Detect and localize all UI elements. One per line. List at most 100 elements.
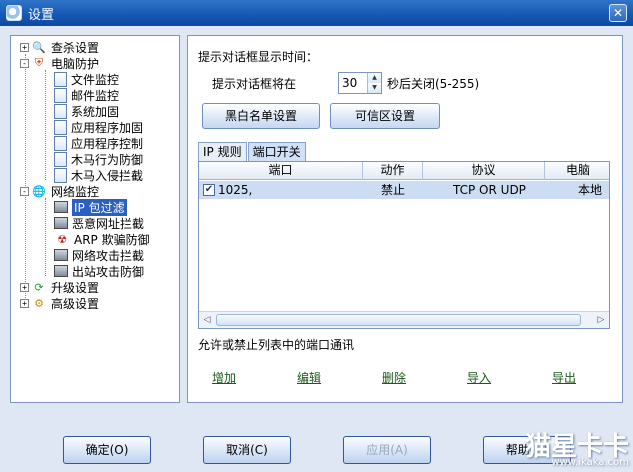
seconds-stepper[interactable]: 30 ▲ ▼ [338, 72, 382, 94]
cell-computer: 本地 [578, 183, 603, 197]
watermark-url: www.ikaka.com [551, 457, 629, 468]
stepper-up-icon[interactable]: ▲ [368, 73, 381, 83]
table-row[interactable]: ✔ 1025, 禁止 TCP OR UDP 本地 [199, 181, 609, 199]
danger-icon: ☢ [57, 232, 67, 246]
document-icon [54, 135, 67, 151]
tree-item-system-hardening[interactable]: 系统加固 [54, 103, 119, 119]
tree-item-label: 查杀设置 [51, 40, 100, 55]
tree-item-label: 网络监控 [51, 184, 100, 199]
tree-item-label: 木马入侵拦截 [71, 168, 144, 183]
watermark-logo: 猫星卡卡 www.ikaka.com [495, 426, 629, 470]
tree-item-network-monitor[interactable]: - 🌐 网络监控 [20, 183, 99, 199]
tree-item-label: 文件监控 [71, 72, 120, 87]
list-header: 端口 动作 协议 电脑 [199, 162, 609, 180]
horizontal-scrollbar[interactable]: ◁ ▷ [199, 311, 609, 328]
monitor-icon [54, 265, 68, 277]
cell-action: 禁止 [381, 183, 406, 197]
seconds-input[interactable]: 30 [342, 76, 357, 90]
document-icon [54, 87, 67, 103]
app-shield-icon [6, 5, 22, 21]
window-title: 设置 [28, 7, 55, 23]
title-bar: 设置 ✕ [0, 0, 633, 26]
cell-protocol: TCP OR UDP [453, 183, 526, 197]
column-protocol[interactable]: 协议 [423, 162, 545, 180]
scroll-right-icon[interactable]: ▷ [595, 314, 607, 326]
blacklist-whitelist-button[interactable]: 黑白名单设置 [202, 103, 320, 129]
scroll-left-icon[interactable]: ◁ [201, 314, 213, 326]
expand-icon[interactable]: + [20, 42, 29, 52]
globe-icon: 🌐 [32, 184, 46, 198]
import-link[interactable]: 导入 [467, 369, 491, 386]
delete-link[interactable]: 删除 [382, 369, 406, 386]
cancel-button[interactable]: 取消(C) [203, 436, 291, 464]
ok-button[interactable]: 确定(O) [63, 436, 151, 464]
tree-item-label: 木马行为防御 [71, 152, 144, 167]
tree-item-label: IP 包过滤 [72, 198, 127, 216]
rule-tabs: IP 规则 端口开关 [198, 142, 307, 162]
expand-icon[interactable]: + [20, 282, 29, 292]
settings-tree: + 🔍 查杀设置 - ⛨ 电脑防护 文件监控 邮件监控 系统加固 应用程序加固 … [10, 35, 180, 403]
tree-item-trojan-behavior[interactable]: 木马行为防御 [54, 151, 143, 167]
expand-icon[interactable]: + [20, 298, 29, 308]
collapse-icon[interactable]: - [20, 186, 29, 196]
apply-button[interactable]: 应用(A) [343, 436, 431, 464]
prompt-prefix-label: 提示对话框将在 [212, 77, 297, 91]
tree-item-label: 电脑防护 [51, 56, 100, 71]
port-hint-text: 允许或禁止列表中的端口通讯 [198, 338, 355, 352]
tree-item-mail-monitor[interactable]: 邮件监控 [54, 87, 119, 103]
export-link[interactable]: 导出 [552, 369, 576, 386]
tree-item-network-attack[interactable]: 网络攻击拦截 [54, 247, 144, 263]
tree-item-ip-filter[interactable]: IP 包过滤 [54, 198, 127, 216]
tree-item-label: 出站攻击防御 [72, 264, 145, 279]
tree-connector [45, 70, 46, 180]
tree-item-outbound-attack[interactable]: 出站攻击防御 [54, 263, 144, 279]
tree-item-malicious-url[interactable]: 恶意网址拦截 [54, 215, 144, 231]
stepper-arrows: ▲ ▼ [367, 73, 381, 93]
monitor-icon [54, 201, 68, 213]
edit-link[interactable]: 编辑 [297, 369, 321, 386]
gear-icon: ⚙ [34, 296, 44, 310]
tree-item-label: 网络攻击拦截 [72, 248, 145, 263]
monitor-icon [54, 249, 68, 261]
trusted-zone-button[interactable]: 可信区设置 [330, 103, 440, 129]
collapse-icon[interactable]: - [20, 58, 29, 68]
column-computer[interactable]: 电脑 [545, 162, 609, 180]
tree-connector [25, 54, 26, 300]
dialog-time-label: 提示对话框显示时间： [198, 50, 319, 64]
shield-icon: ⛨ [34, 56, 44, 69]
tree-item-update-settings[interactable]: + ⟳ 升级设置 [20, 279, 99, 295]
document-icon [54, 103, 67, 119]
document-icon [54, 71, 67, 87]
tree-item-advanced-settings[interactable]: + ⚙ 高级设置 [20, 295, 99, 311]
document-icon [54, 151, 67, 167]
tree-item-label: 升级设置 [51, 280, 100, 295]
document-icon [54, 119, 67, 135]
column-port[interactable]: 端口 [199, 162, 363, 180]
tree-connector [45, 198, 46, 276]
ip-filter-panel: 提示对话框显示时间： 提示对话框将在 30 ▲ ▼ 秒后关闭(5-255) 黑白… [187, 35, 623, 403]
cell-port: 1025, [218, 183, 253, 197]
port-rule-list: 端口 动作 协议 电脑 ✔ 1025, 禁止 TCP OR UDP 本地 ◁ ▷ [198, 161, 610, 329]
close-button[interactable]: ✕ [609, 4, 627, 22]
tree-item-scan-settings[interactable]: + 🔍 查杀设置 [20, 39, 99, 55]
monitor-icon [54, 217, 68, 229]
tree-item-app-control[interactable]: 应用程序控制 [54, 135, 143, 151]
document-icon [54, 167, 67, 183]
prompt-suffix-label: 秒后关闭(5-255) [387, 77, 480, 91]
tree-item-label: 恶意网址拦截 [72, 216, 145, 231]
tree-item-label: ARP 欺骗防御 [74, 232, 150, 247]
tree-item-app-hardening[interactable]: 应用程序加固 [54, 119, 143, 135]
tree-item-file-monitor[interactable]: 文件监控 [54, 71, 119, 87]
tree-item-pc-protection[interactable]: - ⛨ 电脑防护 [20, 55, 99, 71]
stepper-down-icon[interactable]: ▼ [368, 83, 381, 93]
scrollbar-thumb[interactable] [216, 314, 581, 326]
tab-ip-rules[interactable]: IP 规则 [198, 142, 247, 162]
column-action[interactable]: 动作 [363, 162, 423, 180]
tab-port-switch[interactable]: 端口开关 [247, 142, 306, 162]
row-checkbox[interactable]: ✔ [203, 184, 215, 196]
add-link[interactable]: 增加 [212, 369, 236, 386]
search-icon: 🔍 [32, 40, 46, 54]
tree-item-trojan-intrusion[interactable]: 木马入侵拦截 [54, 167, 143, 183]
tree-item-arp-defense[interactable]: ☢ ARP 欺骗防御 [54, 231, 150, 247]
tree-item-label: 系统加固 [71, 104, 120, 119]
